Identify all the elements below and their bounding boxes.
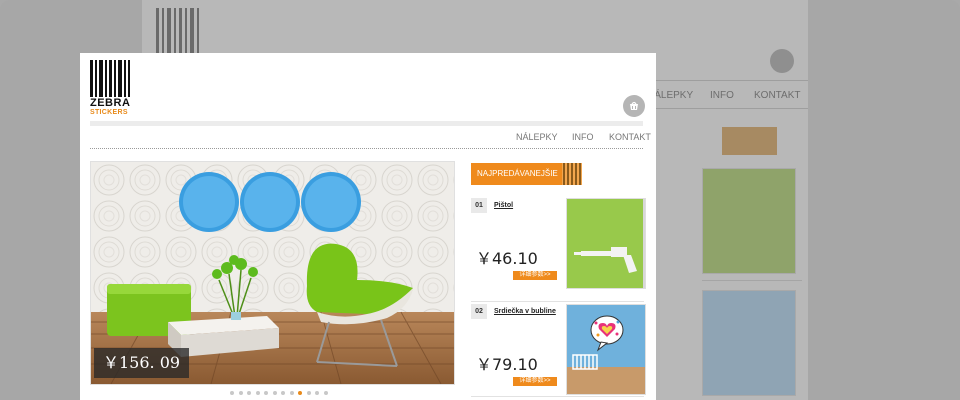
bestsellers-title: NAJPREDÁVANEJŠIE — [471, 163, 562, 185]
slider-dot[interactable] — [306, 391, 311, 395]
details-button[interactable]: 详细参数>> — [513, 377, 557, 386]
zebra-logo-icon — [90, 60, 130, 97]
hero-slider[interactable]: ￥156. 09 — [90, 161, 455, 385]
background-thumb — [702, 168, 796, 274]
background-logo — [154, 8, 200, 58]
slider-dot[interactable] — [272, 391, 277, 395]
hearts-bubble-sticker-image — [567, 305, 645, 394]
bestseller-price: ￥46.10 — [476, 249, 538, 268]
bestseller-rank: 01 — [471, 198, 487, 213]
nav-divider — [90, 148, 643, 149]
cart-button[interactable] — [623, 95, 645, 117]
slider-dot[interactable] — [238, 391, 243, 395]
zebra-stripes-icon — [562, 163, 582, 185]
product-preview-modal: ZEBRA STICKERS NÁLEPKY INFO KONTAKT ￥156… — [80, 53, 656, 400]
slider-dot[interactable] — [315, 391, 319, 395]
cart-icon — [630, 101, 638, 110]
logo-text: ZEBRA — [90, 97, 131, 109]
slider-dot[interactable] — [264, 391, 268, 395]
logo-subtext: STICKERS — [90, 109, 128, 116]
zebra-stickers-logo[interactable]: ZEBRA STICKERS — [90, 60, 132, 117]
bestsellers-header: NAJPREDÁVANEJŠIE — [471, 163, 582, 185]
background-nav-info: INFO — [710, 90, 734, 101]
bestseller-rank: 02 — [471, 304, 487, 319]
bestseller-thumbnail[interactable] — [566, 304, 646, 395]
lightbox-overlay[interactable]: NÁLEPKY INFO KONTAKT ZEBRA STICKERS NÁLE… — [0, 0, 960, 400]
slider-dot[interactable] — [289, 391, 294, 395]
bestseller-name-link[interactable]: Pištol — [494, 202, 513, 209]
nav-item-info[interactable]: INFO — [572, 132, 594, 142]
details-button[interactable]: 详细参数>> — [513, 271, 557, 280]
slider-dot[interactable] — [298, 391, 302, 395]
background-thumb — [702, 290, 796, 396]
pistol-sticker-image — [567, 199, 645, 288]
bestseller-item: 02 Srdiečka v bubline ￥79.10 详细参数>> — [471, 304, 646, 400]
bestseller-name-link[interactable]: Srdiečka v bubline — [494, 308, 556, 315]
bestseller-item: 01 Pištol ￥46.10 详细参数>> — [471, 198, 646, 302]
slider-dot[interactable] — [247, 391, 251, 395]
nav-item-kontakt[interactable]: KONTAKT — [609, 132, 651, 142]
bestseller-price: ￥79.10 — [476, 355, 538, 374]
bestseller-thumbnail[interactable] — [566, 198, 646, 289]
item-divider — [471, 396, 644, 397]
background-header-bar — [722, 127, 777, 155]
slider-dot[interactable] — [255, 391, 260, 395]
item-divider — [471, 301, 644, 302]
background-nav-kontakt: KONTAKT — [754, 90, 801, 101]
slider-price-badge: ￥156. 09 — [94, 348, 190, 378]
background-cart-icon — [770, 49, 794, 73]
nav-item-nalepky[interactable]: NÁLEPKY — [516, 132, 558, 142]
slider-dot[interactable] — [230, 391, 234, 395]
header-divider — [90, 121, 643, 126]
slider-dot[interactable] — [281, 391, 285, 395]
slider-dot[interactable] — [323, 391, 328, 395]
